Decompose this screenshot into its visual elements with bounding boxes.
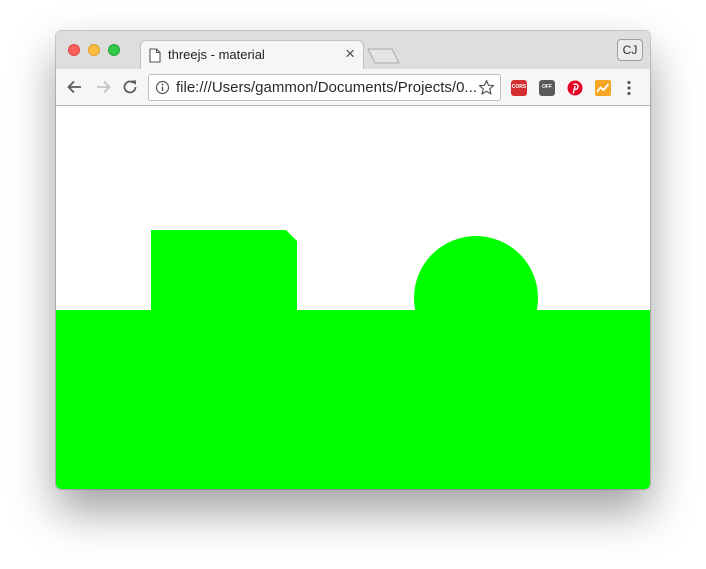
threejs-scene [56,106,650,489]
tab-title: threejs - material [168,47,265,62]
back-arrow-icon[interactable] [65,77,85,102]
info-icon[interactable] [155,80,170,100]
ground-plane-mesh [56,310,650,489]
tab-close-button[interactable]: × [345,45,355,63]
menu-dots-icon[interactable] [626,79,632,102]
url-text[interactable]: file:///Users/gammon/Documents/Projects/… [176,79,476,96]
cors-extension-icon[interactable]: CORS [511,80,527,96]
chart-extension-icon[interactable] [595,80,611,96]
pinterest-icon[interactable] [567,80,583,96]
forward-arrow-icon[interactable] [93,77,113,102]
browser-tab[interactable]: threejs - material × [140,40,364,69]
off-extension-icon[interactable]: OFF [539,80,555,96]
bookmark-star-icon[interactable] [478,79,495,101]
profile-button[interactable]: CJ [617,39,643,61]
page-icon [149,48,161,68]
title-bar: threejs - material × CJ [56,31,650,69]
reload-icon[interactable] [120,77,140,102]
browser-window: threejs - material × CJ file:///Users/ga… [56,31,650,489]
address-bar[interactable]: file:///Users/gammon/Documents/Projects/… [148,74,501,101]
minimize-window-button[interactable] [88,44,100,56]
new-tab-button[interactable] [366,47,402,70]
page-canvas[interactable] [56,106,650,489]
toolbar: file:///Users/gammon/Documents/Projects/… [56,69,650,106]
close-window-button[interactable] [68,44,80,56]
maximize-window-button[interactable] [108,44,120,56]
cube-mesh [151,230,297,311]
